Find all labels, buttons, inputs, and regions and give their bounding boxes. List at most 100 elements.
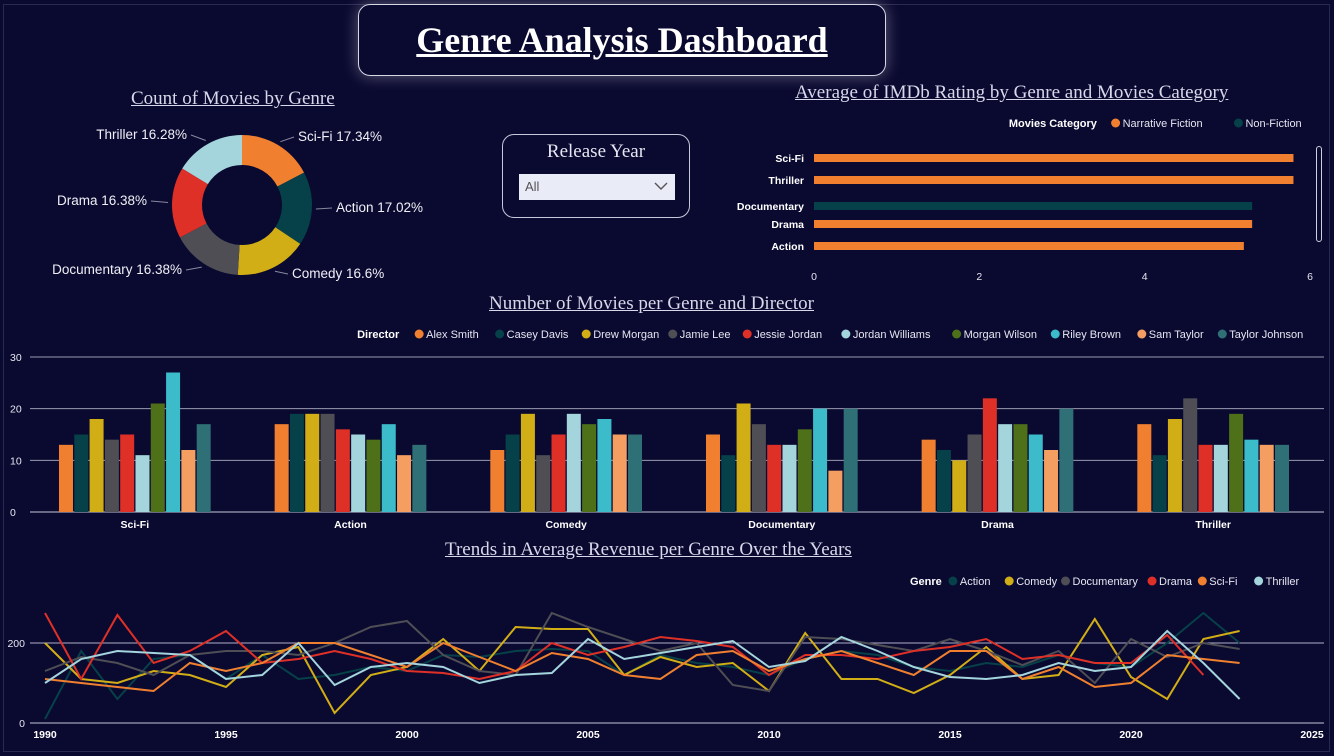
director-bar-action-taylor-johnson <box>412 444 427 512</box>
legend-marker-narrative-fiction <box>1111 118 1121 128</box>
donut-label-comedy: Comedy 16.6% <box>292 266 384 281</box>
legend-title: Movies Category <box>1009 118 1098 130</box>
donut-chart: Sci-Fi 17.34% Action 17.02% Comedy 16.6% Do… <box>52 127 423 281</box>
legend-label-sci-fi: Sci-Fi <box>1209 576 1237 588</box>
legend-label-jessie-jordan: Jessie Jordan <box>754 329 822 341</box>
director-bar-thriller-morgan-wilson <box>1229 413 1244 512</box>
director-x-label: Documentary <box>748 519 815 531</box>
legend-marker-morgan-wilson <box>952 329 962 339</box>
donut-leader-line <box>190 134 206 141</box>
legend-label-drama: Drama <box>1159 576 1193 588</box>
director-bar-documentary-casey-davis <box>721 455 736 512</box>
director-bar-sci-fi-jordan-williams <box>135 455 150 512</box>
director-bar-drama-riley-brown <box>1028 434 1043 512</box>
imdb-chart-title: Average of IMDb Rating by Genre and Movi… <box>795 82 1229 103</box>
imdb-category-label: Sci-Fi <box>775 153 804 165</box>
legend-label-drew-morgan: Drew Morgan <box>593 329 659 341</box>
revenue-x-tick: 2005 <box>576 729 600 741</box>
director-bar-thriller-sam-taylor <box>1259 444 1274 512</box>
imdb-x-tick: 4 <box>1142 271 1148 283</box>
imdb-bar-drama-narrative-fiction <box>814 220 1253 228</box>
donut-leader-line <box>280 136 295 143</box>
director-chart-title: Number of Movies per Genre and Director <box>489 293 814 314</box>
legend-label-sam-taylor: Sam Taylor <box>1149 329 1204 341</box>
director-bar-thriller-jessie-jordan <box>1198 444 1213 512</box>
imdb-category-label: Action <box>771 241 804 253</box>
donut-chart-title: Count of Movies by Genre <box>131 88 335 109</box>
legend-marker-jamie-lee <box>668 329 678 339</box>
director-bar-documentary-jamie-lee <box>751 424 766 512</box>
legend: Movies Category Narrative Fiction Non-Fict… <box>1009 118 1302 130</box>
revenue-x-tick: 2000 <box>395 729 419 741</box>
imdb-scrollbar[interactable] <box>1316 146 1322 242</box>
director-bar-sci-fi-sam-taylor <box>181 450 196 512</box>
director-y-tick: 0 <box>10 507 16 519</box>
dashboard-title: Genre Analysis Dashboard <box>416 20 828 60</box>
imdb-category-label: Documentary <box>737 201 804 213</box>
director-bar-drama-jamie-lee <box>967 434 982 512</box>
legend-marker-documentary <box>1061 576 1070 586</box>
director-bar-thriller-jordan-williams <box>1213 444 1228 512</box>
director-bar-sci-fi-drew-morgan <box>89 419 104 512</box>
director-bar-sci-fi-jessie-jordan <box>120 434 135 512</box>
director-bar-sci-fi-alex-smith <box>58 444 73 512</box>
imdb-bar-sci-fi-narrative-fiction <box>814 154 1294 162</box>
director-bar-action-riley-brown <box>381 424 396 512</box>
director-bar-action-sam-taylor <box>397 455 412 512</box>
imdb-category-label: Drama <box>771 219 804 231</box>
director-chart: Director Alex Smith Casey Davis Drew Morgan… <box>10 329 1324 531</box>
director-bar-action-alex-smith <box>274 424 289 512</box>
director-bar-drama-jordan-williams <box>998 424 1013 512</box>
director-x-label: Action <box>334 519 367 531</box>
director-bar-comedy-jessie-jordan <box>551 434 566 512</box>
director-bar-thriller-alex-smith <box>1137 424 1152 512</box>
donut-leader-line <box>315 207 333 210</box>
director-bar-documentary-alex-smith <box>705 434 720 512</box>
director-bar-sci-fi-taylor-johnson <box>196 424 211 512</box>
legend-marker-alex-smith <box>414 329 424 339</box>
director-bar-comedy-morgan-wilson <box>582 424 597 512</box>
revenue-x-tick: 2020 <box>1119 729 1143 741</box>
director-bar-sci-fi-morgan-wilson <box>150 403 165 512</box>
legend-label-non-fiction: Non-Fiction <box>1245 118 1301 130</box>
director-bar-thriller-casey-davis <box>1152 455 1167 512</box>
legend: Genre Action Comedy Documentary Drama Sci-Fi T… <box>910 576 1300 588</box>
revenue-x-tick: 1995 <box>214 729 238 741</box>
release-year-dropdown[interactable]: All <box>519 174 675 200</box>
director-bar-comedy-jamie-lee <box>536 455 551 512</box>
director-bar-sci-fi-casey-davis <box>74 434 89 512</box>
legend-title: Director <box>357 329 400 341</box>
legend-title: Genre <box>910 576 942 588</box>
director-x-label: Thriller <box>1195 519 1231 531</box>
revenue-y-tick: 200 <box>7 638 25 650</box>
legend-marker-sam-taylor <box>1137 329 1147 339</box>
revenue-chart-title: Trends in Average Revenue per Genre Over… <box>445 539 852 560</box>
legend-marker-action <box>948 576 958 586</box>
legend-marker-comedy <box>1004 576 1014 586</box>
dropdown-value: All <box>525 179 540 194</box>
donut-label-action: Action 17.02% <box>336 200 423 215</box>
legend-label-riley-brown: Riley Brown <box>1062 329 1121 341</box>
slicer-title: Release Year <box>546 141 646 162</box>
director-bar-drama-casey-davis <box>936 450 951 512</box>
legend-label-jamie-lee: Jamie Lee <box>680 329 731 341</box>
legend-marker-sci-fi <box>1197 576 1207 586</box>
imdb-chart: Movies Category Narrative Fiction Non-Fict… <box>737 118 1313 283</box>
director-bar-documentary-riley-brown <box>813 408 828 512</box>
legend-label-documentary: Documentary <box>1073 576 1139 588</box>
revenue-chart: Genre Action Comedy Documentary Drama Sci-Fi T… <box>7 576 1324 741</box>
director-bar-comedy-sam-taylor <box>612 434 627 512</box>
revenue-x-tick: 2010 <box>757 729 781 741</box>
release-year-slicer: Release Year All <box>502 134 690 218</box>
revenue-y-tick: 0 <box>19 718 25 730</box>
imdb-category-label: Thriller <box>768 175 804 187</box>
imdb-x-tick: 2 <box>976 271 982 283</box>
director-bar-documentary-taylor-johnson <box>843 408 858 512</box>
director-bar-documentary-jordan-williams <box>782 444 797 512</box>
director-bar-action-jessie-jordan <box>335 429 350 512</box>
director-bar-drama-alex-smith <box>921 439 936 512</box>
donut-label-drama: Drama 16.38% <box>57 193 147 208</box>
director-bar-documentary-drew-morgan <box>736 403 751 512</box>
revenue-x-tick: 2015 <box>938 729 962 741</box>
legend-label-action: Action <box>960 576 991 588</box>
